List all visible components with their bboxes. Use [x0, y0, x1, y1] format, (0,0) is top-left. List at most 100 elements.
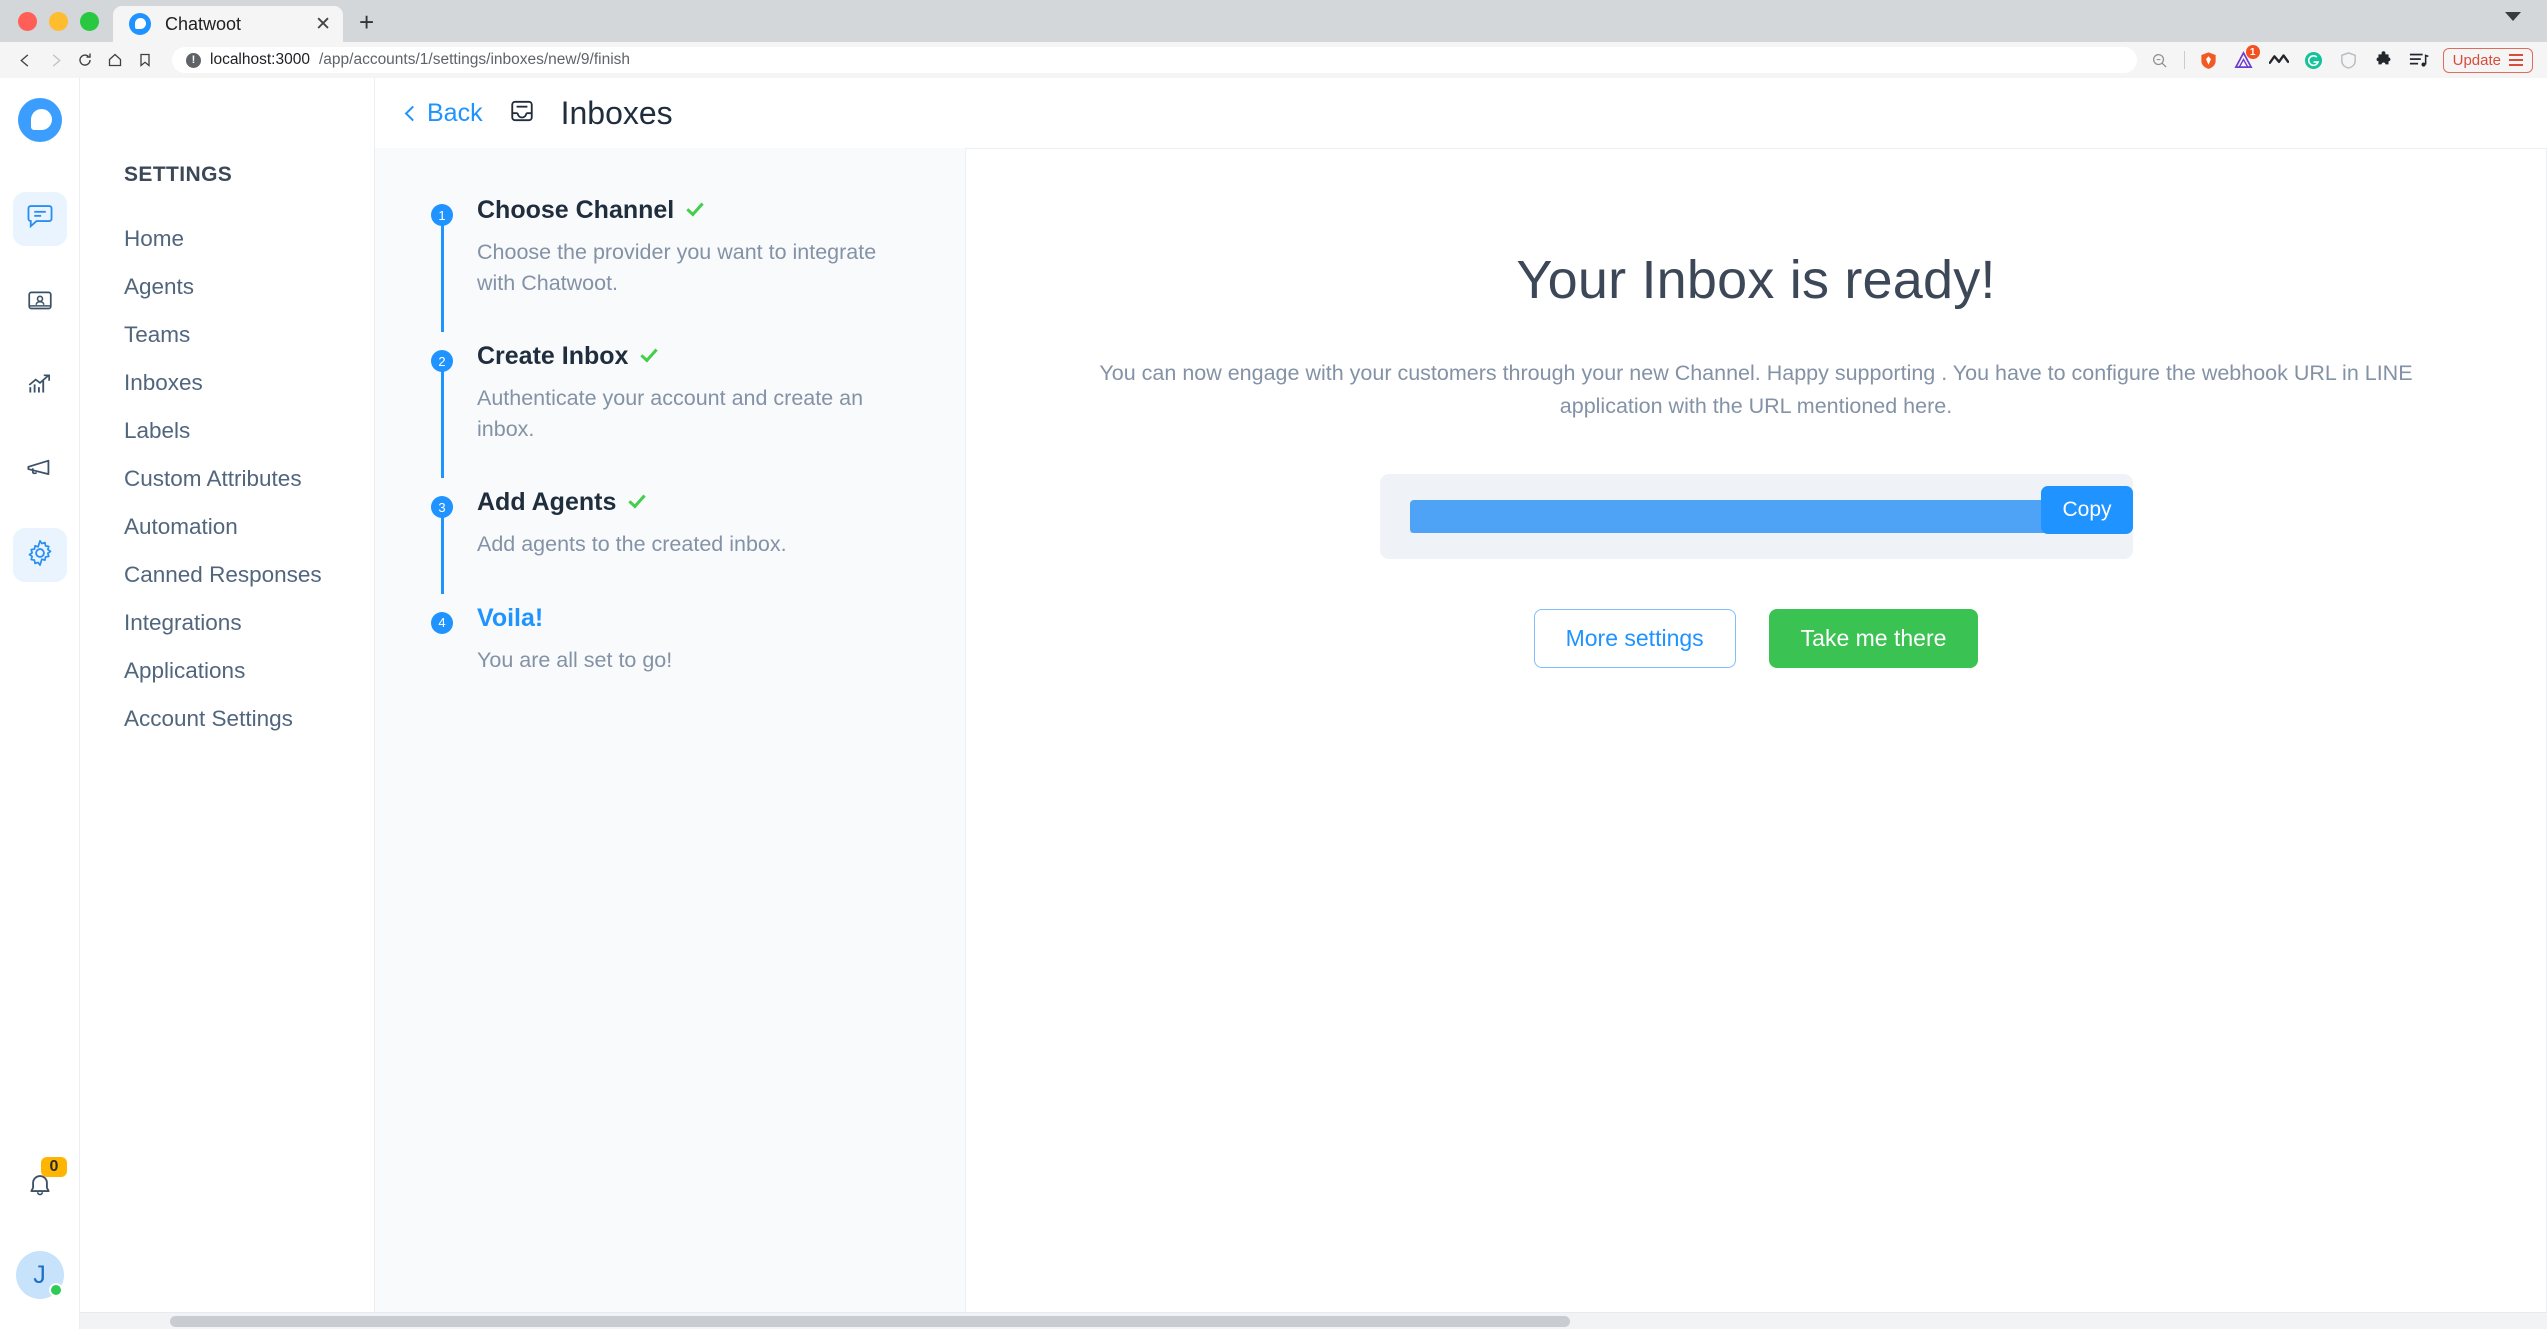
close-window-button[interactable]: [18, 11, 37, 31]
rail-item-reports[interactable]: [13, 360, 67, 414]
sidebar-item-canned-responses[interactable]: Canned Responses: [112, 551, 374, 599]
back-label: Back: [427, 98, 483, 127]
finish-panel: Your Inbox is ready! You can now engage …: [965, 148, 2547, 1329]
reload-icon[interactable]: [70, 45, 100, 75]
contact-book-icon: [26, 287, 54, 320]
sidebar-heading: SETTINGS: [124, 163, 233, 186]
chatwoot-app: 0 J SETTINGS Home Agents Teams Inboxes L…: [0, 78, 2547, 1329]
webhook-url-selected-text[interactable]: http://localhost:3000/webhooks/line/0f1c…: [1409, 499, 2103, 534]
sidebar-item-automation[interactable]: Automation: [112, 503, 374, 551]
sidebar-item-custom-attributes[interactable]: Custom Attributes: [112, 455, 374, 503]
step-description: Add agents to the created inbox.: [477, 532, 787, 557]
check-icon: [686, 198, 704, 217]
step-title: Create Inbox: [477, 342, 629, 371]
window-traffic-lights: [14, 0, 113, 42]
step-connector: [440, 224, 444, 333]
sidebar-item-account-settings[interactable]: Account Settings: [112, 695, 374, 743]
extension-badge: 1: [2245, 45, 2260, 59]
step-head: Create Inbox: [477, 342, 907, 371]
webhook-url-field[interactable]: http://localhost:3000/webhooks/line/0f1c…: [1409, 499, 2103, 534]
step-body: Add Agents Add agents to the created inb…: [477, 488, 787, 594]
page-header: Back Inboxes: [375, 78, 2547, 148]
sidebar-item-integrations[interactable]: Integrations: [112, 599, 374, 647]
browser-tab[interactable]: Chatwoot ✕: [113, 6, 343, 42]
notifications-button[interactable]: 0: [25, 1157, 68, 1207]
bell-icon: [25, 1175, 55, 1206]
more-settings-button[interactable]: More settings: [1533, 609, 1736, 669]
wizard-step-3: 3 Add Agents Add agents to the created i…: [431, 488, 925, 604]
step-number: 2: [431, 350, 453, 373]
chatwoot-logo-icon[interactable]: [17, 98, 62, 142]
puzzle-extensions-icon[interactable]: [2373, 49, 2395, 71]
minimize-window-button[interactable]: [49, 11, 68, 31]
maximize-window-button[interactable]: [80, 11, 99, 31]
sidebar-item-home[interactable]: Home: [112, 215, 374, 263]
step-description: Choose the provider you want to integrat…: [477, 240, 877, 295]
step-number: 3: [431, 496, 453, 519]
browser-window: Chatwoot ✕ + ! localhost:3000/app/accoun…: [0, 0, 2547, 1329]
address-bar[interactable]: ! localhost:3000/app/accounts/1/settings…: [172, 47, 2137, 73]
zoom-icon[interactable]: [2149, 49, 2171, 71]
check-icon: [628, 490, 647, 509]
chart-growth-icon: [26, 371, 54, 404]
site-info-icon[interactable]: !: [186, 52, 201, 68]
step-connector: [440, 370, 444, 479]
update-label: Update: [2452, 51, 2501, 69]
settings-sidebar: SETTINGS Home Agents Teams Inboxes Label…: [80, 78, 375, 1329]
toolbar-divider: [2183, 51, 2185, 69]
chat-bubble-icon: [25, 202, 55, 237]
rail-item-settings[interactable]: [12, 528, 67, 582]
triangle-extension-icon[interactable]: 1: [2233, 45, 2260, 71]
back-icon[interactable]: [10, 45, 40, 75]
step-number: 4: [431, 611, 453, 634]
wave-extension-icon[interactable]: [2268, 49, 2290, 71]
sidebar-item-teams[interactable]: Teams: [112, 311, 374, 359]
step-body: Choose Channel Choose the provider you w…: [477, 196, 907, 332]
tab-strip: Chatwoot ✕ +: [0, 0, 2547, 42]
avatar-initial: J: [33, 1260, 46, 1289]
playlist-icon[interactable]: [2408, 49, 2430, 71]
sidebar-item-labels[interactable]: Labels: [112, 407, 374, 455]
step-rail: 1: [431, 196, 453, 333]
check-icon: [640, 344, 659, 363]
sidebar-item-agents[interactable]: Agents: [112, 263, 374, 311]
webhook-url-box: http://localhost:3000/webhooks/line/0f1c…: [1379, 473, 2133, 560]
url-path: /app/accounts/1/settings/inboxes/new/9/f…: [318, 51, 631, 68]
chevron-left-icon: [404, 105, 421, 122]
wizard-step-1: 1 Choose Channel Choose the provider you…: [431, 196, 925, 342]
step-rail: 4: [431, 604, 453, 710]
step-description: You are all set to go!: [477, 647, 673, 672]
tab-title: Chatwoot: [165, 13, 242, 34]
rail-item-conversations[interactable]: [12, 192, 67, 246]
step-rail: 3: [431, 488, 453, 594]
avatar[interactable]: J: [15, 1251, 64, 1299]
brave-shields-icon[interactable]: [2198, 49, 2220, 71]
home-icon[interactable]: [100, 45, 130, 75]
vpn-shield-icon[interactable]: [2338, 49, 2360, 71]
update-button[interactable]: Update: [2442, 47, 2533, 73]
step-title: Choose Channel: [477, 196, 675, 224]
primary-nav-rail: 0 J: [0, 78, 80, 1329]
chevron-down-icon[interactable]: [2505, 12, 2521, 21]
horizontal-scrollbar-thumb[interactable]: [170, 1316, 1570, 1327]
take-me-there-button[interactable]: Take me there: [1768, 609, 1979, 669]
close-icon[interactable]: ✕: [315, 15, 331, 34]
grammarly-icon[interactable]: [2303, 49, 2325, 71]
sidebar-item-inboxes[interactable]: Inboxes: [112, 359, 374, 407]
step-number: 1: [431, 204, 453, 226]
rail-item-campaigns[interactable]: [13, 444, 67, 498]
horizontal-scrollbar[interactable]: [80, 1312, 2547, 1329]
sidebar-item-applications[interactable]: Applications: [112, 647, 374, 695]
forward-icon[interactable]: [40, 45, 70, 75]
rail-item-contacts[interactable]: [13, 276, 67, 330]
back-button[interactable]: Back: [404, 98, 483, 128]
step-rail: 2: [431, 342, 453, 479]
new-tab-button[interactable]: +: [359, 7, 374, 38]
wizard-step-2: 2 Create Inbox Authenticate your account…: [431, 342, 925, 488]
toolbar-actions: 1 Update: [2149, 45, 2537, 73]
copy-button[interactable]: Copy: [2041, 485, 2133, 534]
step-head: Choose Channel: [477, 196, 907, 225]
bookmark-icon[interactable]: [130, 45, 160, 75]
step-title: Add Agents: [477, 488, 617, 517]
browser-menu-icon[interactable]: [2509, 54, 2523, 66]
